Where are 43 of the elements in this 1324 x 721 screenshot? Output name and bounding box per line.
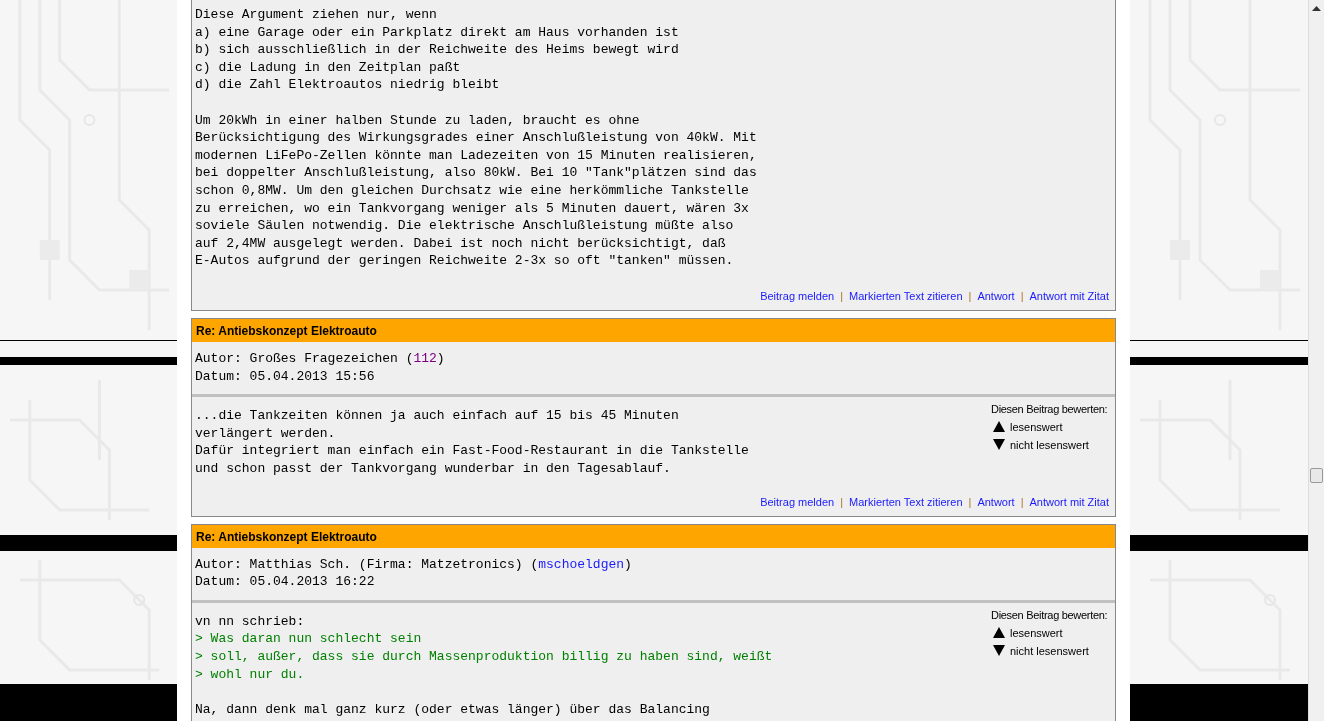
- action-link[interactable]: Beitrag melden: [760, 495, 835, 508]
- separator: |: [968, 495, 972, 508]
- date-line: Datum: 05.04.2013 15:56: [195, 367, 376, 386]
- post-title: Re: Antiebskonzept Elektroauto: [192, 319, 1115, 342]
- separator: |: [840, 495, 843, 508]
- quote-line: > Was daran nun schlecht sein: [195, 630, 423, 648]
- action-link[interactable]: Antwort mit Zitat: [1029, 495, 1109, 508]
- separator: |: [840, 290, 843, 302]
- rating-link[interactable]: nicht lesenswert: [1010, 439, 1089, 452]
- post-text: vn nn schrieb:: [195, 612, 306, 631]
- rating-link[interactable]: lesenswert: [1010, 421, 1063, 434]
- separator: |: [1020, 495, 1024, 508]
- action-link[interactable]: Markierten Text zitieren: [849, 290, 963, 302]
- scrollbar[interactable]: [1308, 0, 1324, 721]
- rating-link[interactable]: nicht lesenswert: [1010, 644, 1089, 657]
- quote-line: > wohl nur du.: [195, 665, 306, 684]
- action-link[interactable]: Antwort: [977, 495, 1015, 508]
- triangle-down-icon[interactable]: [993, 439, 1005, 452]
- user-link[interactable]: mschoeldgen: [538, 556, 625, 572]
- user-link[interactable]: 112: [413, 351, 437, 366]
- author-line: Autor: Großes Fragezeichen (112): [195, 350, 446, 368]
- separator: |: [968, 290, 972, 302]
- action-link[interactable]: Antwort mit Zitat: [1029, 290, 1109, 302]
- post-text: ...die Tankzeiten können ja auch einfach auf 15 bis 45 Minuten verlängert werden. Dafür integriert man einfach ein Fast-Food-Restaurant in die Tankstelle und schon passt der Tankvorgang wunderbar in den Tagesablauf.: [195, 407, 749, 478]
- rating-label: Diesen Beitrag bewerten:: [991, 608, 1109, 621]
- action-link[interactable]: Antwort: [977, 290, 1015, 302]
- triangle-up-icon[interactable]: [993, 421, 1005, 434]
- quote-line: > soll, außer, dass sie durch Massenproduktion billig zu haben sind, weißt: [195, 647, 773, 666]
- triangle-down-icon[interactable]: [993, 644, 1005, 657]
- action-link[interactable]: Markierten Text zitieren: [849, 495, 963, 508]
- post-text: Diese Argument ziehen nur, wenn a) eine Garage oder ein Parkplatz direkt am Haus vorhanden ist b) sich ausschließlich in der Reichweite des Heims bewegt wird c) die Ladung in den Zeitplan paßt d) die Zahl Elektroautos niedrig bleibt: [195, 6, 680, 94]
- author-line: Autor: Matthias Sch. (Firma: Matzetronics) (mschoeldgen): [195, 555, 633, 574]
- scroll-up-icon[interactable]: [1312, 6, 1321, 11]
- post-title: Re: Antiebskonzept Elektroauto: [192, 524, 1115, 548]
- action-link[interactable]: Beitrag melden: [760, 290, 835, 302]
- scroll-thumb[interactable]: [1310, 468, 1323, 483]
- rating-link[interactable]: lesenswert: [1010, 626, 1063, 639]
- triangle-up-icon[interactable]: [993, 626, 1005, 639]
- date-line: Datum: 05.04.2013 16:22: [195, 573, 376, 591]
- post-text: Um 20kWh in einer halben Stunde zu laden, braucht es ohne Berücksichtigung des Wirkungsgrades einer Anschlußleistung von 40kW. Mit modernen LiFePo-Zellen könnte man Ladezeiten von 15 Minuten realisieren, bei doppelter Anschlußleistung, also 80kW. Bei 10 "Tank"plätzen sind das schon 0,8MW. Um den gleichen Durchsatz wie eine herkömmliche Tankstelle zu erreichen, wo ein Tankvorgang weniger als 5 Minuten dauert, wären 3x soviele Säulen notwendig. Die elektrische Anschlußleistung müßte also auf 2,4MW ausgelegt werden. Dabei ist noch nicht berücksichtigt, daß E-Autos aufgrund der geringen Reichweite 2-3x so oft "tanken" müssen.: [195, 111, 757, 270]
- separator: |: [1020, 290, 1024, 302]
- post-text: Na, dann denk mal ganz kurz (oder etwas länger) über das Balancing: [195, 700, 711, 719]
- rating-label: Diesen Beitrag bewerten:: [991, 403, 1109, 416]
